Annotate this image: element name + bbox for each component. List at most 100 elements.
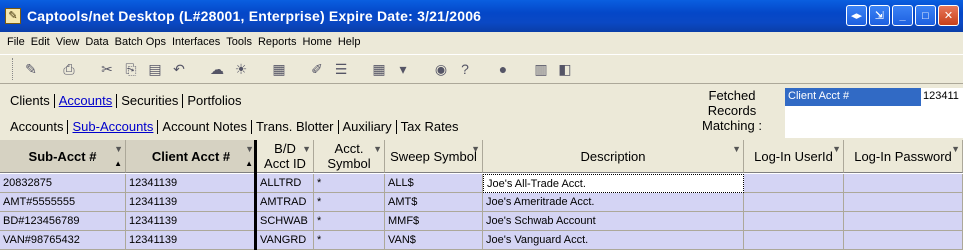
filter-funnel-icon[interactable]: ▼ [302, 142, 311, 157]
subtab-trans-blotter[interactable]: Trans. Blotter [252, 120, 339, 134]
filter-funnel-icon[interactable]: ▼ [951, 142, 960, 157]
menu-view[interactable]: View [53, 36, 83, 48]
table-row[interactable]: 20832875 12341139 ALLTRD * ALL$ Joe's All-Tra… [0, 174, 963, 193]
table-cell[interactable]: AMTRAD [257, 193, 314, 212]
table-cell[interactable]: AMT#5555555 [0, 193, 126, 212]
filter-funnel-icon[interactable]: ▼ [373, 142, 382, 157]
table-cell[interactable]: ALL$ [385, 174, 483, 193]
description-header[interactable]: Description ▼ [483, 140, 744, 173]
cut-icon[interactable]: ✂ [95, 57, 119, 81]
menu-batch-ops[interactable]: Batch Ops [112, 36, 169, 48]
maximize-button[interactable]: □ [915, 5, 936, 26]
tile-icon[interactable]: ⇲ [869, 5, 890, 26]
copy-icon[interactable]: ⎘ [119, 57, 143, 81]
frozen-column-divider[interactable] [254, 140, 257, 250]
table-cell[interactable]: * [314, 193, 385, 212]
table-cell[interactable] [844, 212, 963, 231]
paste-icon[interactable]: ▤ [143, 57, 167, 81]
calculator-icon[interactable]: ▦ [267, 57, 291, 81]
notepad-icon[interactable]: ✐ [305, 57, 329, 81]
login-userid-header[interactable]: Log-In UserId ▼ [744, 140, 844, 173]
table-cell[interactable]: Joe's Ameritrade Acct. [483, 193, 744, 212]
table-cell[interactable]: VAN#98765432 [0, 231, 126, 250]
table-row[interactable]: AMT#5555555 12341139 AMTRAD * AMT$ Joe's Amer… [0, 193, 963, 212]
acct-symbol-header[interactable]: Acct. Symbol ▼ [314, 140, 385, 173]
filter-value[interactable]: 123411 [921, 88, 963, 106]
help-icon[interactable]: ? [453, 57, 477, 81]
print-icon[interactable]: ⎙ [57, 57, 81, 81]
filter-funnel-icon[interactable]: ▼ [732, 142, 741, 157]
table-cell[interactable] [744, 193, 844, 212]
menu-data[interactable]: Data [82, 36, 111, 48]
filter-label[interactable]: Client Acct # [785, 88, 921, 106]
filter-funnel-icon[interactable]: ▼ [832, 142, 841, 157]
table-cell[interactable]: VAN$ [385, 231, 483, 250]
globe-icon[interactable]: ◉ [429, 57, 453, 81]
login-password-header[interactable]: Log-In Password ▼ [844, 140, 963, 173]
table-cell[interactable]: SCHWAB [257, 212, 314, 231]
minimize-button[interactable]: _ [892, 5, 913, 26]
table-cell[interactable] [744, 231, 844, 250]
filter-funnel-icon[interactable]: ▼ [471, 142, 480, 157]
bd-acct-id-header[interactable]: B/D Acct ID ▼ [257, 140, 314, 173]
tab-portfolios[interactable]: Portfolios [183, 94, 245, 108]
table-cell[interactable]: 12341139 [126, 212, 257, 231]
dropdown-icon[interactable]: ▾ [391, 57, 415, 81]
table-cell[interactable]: 20832875 [0, 174, 126, 193]
exit-icon[interactable]: ◧ [553, 57, 577, 81]
menu-tools[interactable]: Tools [223, 36, 255, 48]
undo-icon[interactable]: ↶ [167, 57, 191, 81]
tab-clients[interactable]: Clients [6, 94, 55, 108]
menu-home[interactable]: Home [300, 36, 335, 48]
ball-icon[interactable]: ● [491, 57, 515, 81]
tab-securities[interactable]: Securities [117, 94, 184, 108]
table-cell[interactable]: 12341139 [126, 193, 257, 212]
edit-icon[interactable]: ✎ [19, 57, 43, 81]
table-cell[interactable]: 12341139 [126, 231, 257, 250]
list-icon[interactable]: ☰ [329, 57, 353, 81]
filter-funnel-icon[interactable]: ▼ [114, 142, 123, 157]
weather-icon[interactable]: ☀ [229, 57, 253, 81]
table-cell[interactable]: * [314, 231, 385, 250]
grid-icon[interactable]: ▦ [367, 57, 391, 81]
app-icon[interactable]: ✎ [5, 8, 21, 24]
table-cell[interactable] [744, 174, 844, 193]
grab-icon[interactable]: ☁ [205, 57, 229, 81]
menu-file[interactable]: File [4, 36, 28, 48]
subtab-sub-accounts[interactable]: Sub-Accounts [68, 120, 159, 134]
table-cell[interactable] [844, 193, 963, 212]
table-cell[interactable]: Joe's All-Trade Acct. [483, 174, 744, 193]
calendar-icon[interactable]: ▥ [529, 57, 553, 81]
table-row[interactable]: BD#123456789 12341139 SCHWAB * MMF$ Joe's Sch… [0, 212, 963, 231]
menu-interfaces[interactable]: Interfaces [169, 36, 223, 48]
table-cell[interactable] [844, 231, 963, 250]
table-row[interactable]: VAN#98765432 12341139 VANGRD * VAN$ Joe's Van… [0, 231, 963, 250]
menu-reports[interactable]: Reports [255, 36, 300, 48]
client-acct-header[interactable]: Client Acct # ▼ ▲ [126, 140, 257, 173]
subtab-accounts[interactable]: Accounts [6, 120, 69, 134]
table-cell[interactable] [744, 212, 844, 231]
sweep-symbol-header[interactable]: Sweep Symbol ▼ [385, 140, 483, 173]
close-button[interactable]: ✕ [938, 5, 959, 26]
table-cell[interactable]: AMT$ [385, 193, 483, 212]
menu-help[interactable]: Help [335, 36, 364, 48]
subtab-auxiliary[interactable]: Auxiliary [339, 120, 397, 134]
filter-funnel-icon[interactable]: ▼ [245, 142, 254, 157]
title-bar[interactable]: ✎ Captools/net Desktop (L#28001, Enterpr… [0, 0, 963, 32]
table-cell[interactable]: MMF$ [385, 212, 483, 231]
menu-edit[interactable]: Edit [28, 36, 53, 48]
table-cell[interactable]: BD#123456789 [0, 212, 126, 231]
subtab-account-notes[interactable]: Account Notes [158, 120, 252, 134]
table-cell[interactable]: Joe's Schwab Account [483, 212, 744, 231]
sub-acct-header[interactable]: Sub-Acct # ▼ ▲ [0, 140, 126, 173]
subtab-tax-rates[interactable]: Tax Rates [397, 120, 463, 134]
restore-panels-icon[interactable]: ◂▸ [846, 5, 867, 26]
table-cell[interactable]: VANGRD [257, 231, 314, 250]
table-cell[interactable]: * [314, 212, 385, 231]
table-cell[interactable] [844, 174, 963, 193]
table-cell[interactable]: * [314, 174, 385, 193]
toolbar-grip[interactable] [12, 58, 15, 80]
table-cell[interactable]: ALLTRD [257, 174, 314, 193]
table-cell[interactable]: Joe's Vanguard Acct. [483, 231, 744, 250]
tab-accounts[interactable]: Accounts [55, 94, 118, 108]
